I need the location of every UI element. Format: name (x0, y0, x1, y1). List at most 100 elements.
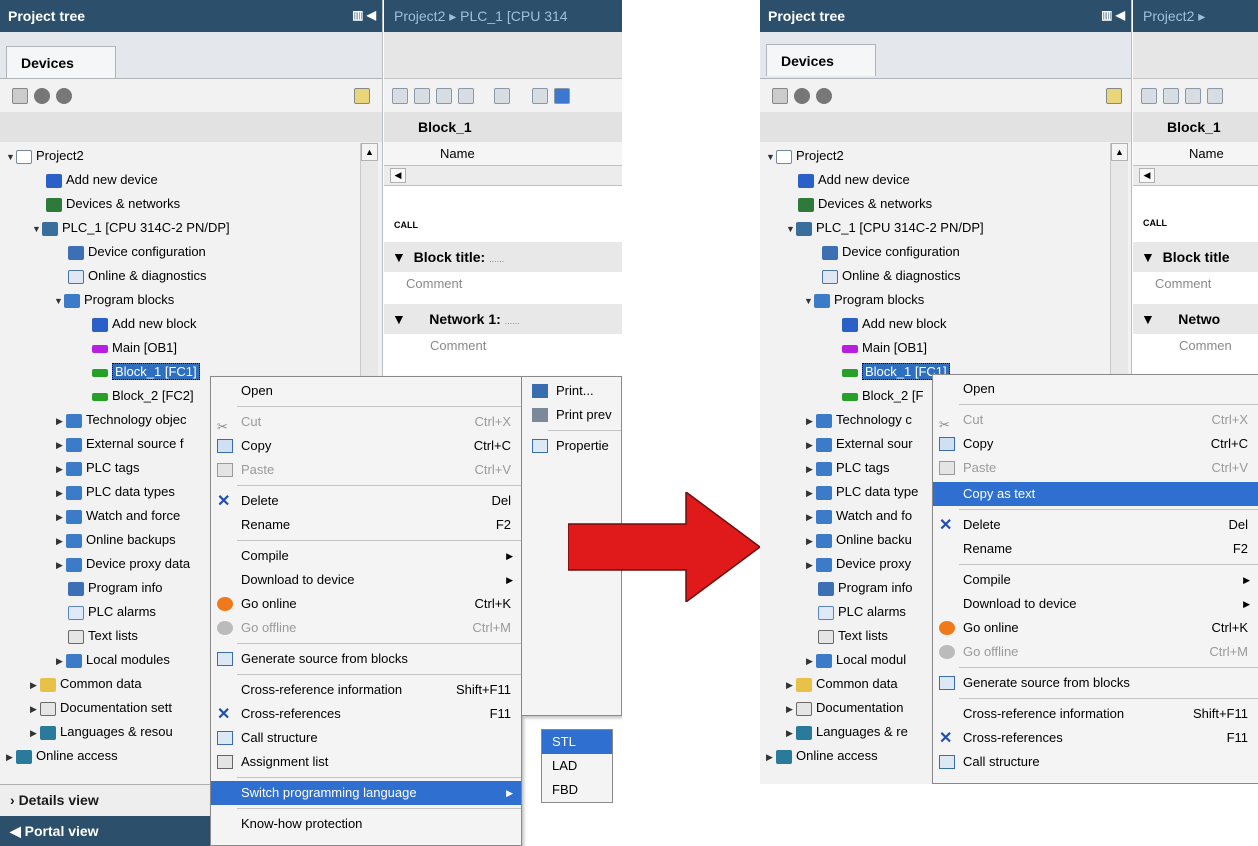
menu-separator (237, 406, 521, 407)
block-comment[interactable]: Comment (384, 272, 622, 298)
forward-icon[interactable] (816, 88, 832, 104)
tree-item-add-block[interactable]: Add new block (760, 312, 1131, 336)
tree-item-program-blocks[interactable]: ▼ Program blocks (0, 288, 382, 312)
toolbar-edit-icon[interactable] (436, 88, 452, 104)
menu-compile[interactable]: Compile ▶ (211, 544, 521, 568)
menu-delete[interactable]: ✕ Delete Del (933, 513, 1258, 537)
menu-open[interactable]: Open (933, 377, 1258, 401)
menu-cross-references[interactable]: ✕ Cross-references F11 (211, 702, 521, 726)
menu-call-structure[interactable]: Call structure (933, 750, 1258, 774)
tree-item-program-blocks[interactable]: ▼ Program blocks (760, 288, 1131, 312)
tree-item-project[interactable]: ▼ Project2 (0, 144, 382, 168)
forward-icon[interactable] (56, 88, 72, 104)
tree-item-main-ob1[interactable]: Main [OB1] (760, 336, 1131, 360)
network-comment[interactable]: Commen (1133, 334, 1258, 360)
go-online-icon (939, 621, 955, 635)
overview-icon[interactable] (354, 88, 370, 104)
menu-go-online[interactable]: Go online Ctrl+K (933, 616, 1258, 640)
menu-rename[interactable]: Rename F2 (211, 513, 521, 537)
toolbar-insert-icon[interactable] (1141, 88, 1157, 104)
tree-item-devices-networks[interactable]: Devices & networks (0, 192, 382, 216)
toolbar-insert-icon[interactable] (392, 88, 408, 104)
menu-label: Generate source from blocks (963, 675, 1130, 690)
menu-print-preview[interactable]: Print prev (522, 403, 621, 427)
menu-generate-source[interactable]: Generate source from blocks (933, 671, 1258, 695)
menu-go-offline[interactable]: Go offline Ctrl+M (933, 640, 1258, 664)
interface-scrollbar[interactable]: ◀ (1133, 166, 1258, 186)
submenu-fbd[interactable]: FBD (542, 778, 612, 802)
overview-icon[interactable] (1106, 88, 1122, 104)
menu-compile[interactable]: Compile ▶ (933, 568, 1258, 592)
tree-item-device-configuration[interactable]: Device configuration (760, 240, 1131, 264)
menu-download[interactable]: Download to device ▶ (933, 592, 1258, 616)
tab-devices[interactable]: Devices (766, 44, 876, 76)
menu-copy[interactable]: Copy Ctrl+C (933, 432, 1258, 456)
new-icon[interactable] (12, 88, 28, 104)
collapse-panel-icon[interactable]: ▥ ◀ (352, 8, 376, 22)
menu-go-online[interactable]: Go online Ctrl+K (211, 592, 521, 616)
scroll-up-icon[interactable]: ▲ (361, 143, 378, 161)
interface-scrollbar[interactable]: ◀ (384, 166, 622, 186)
menu-copy-as-text[interactable]: Copy as text (933, 482, 1258, 506)
online-access-icon (16, 749, 32, 764)
menu-go-offline[interactable]: Go offline Ctrl+M (211, 616, 521, 640)
tree-item-add-device[interactable]: Add new device (0, 168, 382, 192)
folder-icon (64, 293, 80, 308)
languages-icon (40, 725, 56, 740)
tree-item-plc[interactable]: ▼ PLC_1 [CPU 314C-2 PN/DP] (760, 216, 1131, 240)
menu-assignment-list[interactable]: Assignment list (211, 750, 521, 774)
menu-xref-info[interactable]: Cross-reference information Shift+F11 (933, 702, 1258, 726)
menu-download[interactable]: Download to device ▶ (211, 568, 521, 592)
menu-properties[interactable]: Propertie (522, 434, 621, 458)
tree-item-device-configuration[interactable]: Device configuration (0, 240, 382, 264)
toolbar-insert-icon[interactable] (414, 88, 430, 104)
toolbar-edit-icon[interactable] (1185, 88, 1201, 104)
toolbar-monitor-icon[interactable] (494, 88, 510, 104)
tree-item-online-diagnostics[interactable]: Online & diagnostics (0, 264, 382, 288)
tree-item-add-device[interactable]: Add new device (760, 168, 1131, 192)
network-comment[interactable]: Comment (384, 334, 622, 360)
toolbar-insert-icon[interactable] (1163, 88, 1179, 104)
block-title: ▼ Block title (1133, 242, 1258, 272)
menu-delete[interactable]: ✕ Delete Del (211, 489, 521, 513)
toolbar-edit-icon[interactable] (458, 88, 474, 104)
menu-cut[interactable]: ✂ Cut Ctrl+X (933, 408, 1258, 432)
menu-call-structure[interactable]: Call structure (211, 726, 521, 750)
submenu-lad[interactable]: LAD (542, 754, 612, 778)
scroll-up-icon[interactable]: ▲ (1111, 143, 1128, 161)
tree-label: Text lists (838, 628, 888, 643)
tree-toolbar (760, 78, 1131, 112)
submenu-stl[interactable]: STL (542, 730, 612, 754)
scroll-left-icon[interactable]: ◀ (390, 168, 406, 183)
menu-copy[interactable]: Copy Ctrl+C (211, 434, 521, 458)
menu-generate-source[interactable]: Generate source from blocks (211, 647, 521, 671)
menu-xref-info[interactable]: Cross-reference information Shift+F11 (211, 678, 521, 702)
tree-item-devices-networks[interactable]: Devices & networks (760, 192, 1131, 216)
new-icon[interactable] (772, 88, 788, 104)
scroll-left-icon[interactable]: ◀ (1139, 168, 1155, 183)
tree-item-plc[interactable]: ▼ PLC_1 [CPU 314C-2 PN/DP] (0, 216, 382, 240)
menu-paste[interactable]: Paste Ctrl+V (211, 458, 521, 482)
menu-paste[interactable]: Paste Ctrl+V (933, 456, 1258, 480)
menu-cut[interactable]: ✂ Cut Ctrl+X (211, 410, 521, 434)
toolbar-edit-icon[interactable] (1207, 88, 1223, 104)
call-structure-icon (217, 731, 233, 745)
menu-open[interactable]: Open (211, 379, 521, 403)
tree-item-project[interactable]: ▼ Project2 (760, 144, 1131, 168)
tree-item-main-ob1[interactable]: Main [OB1] (0, 336, 382, 360)
toolbar-window-icon[interactable] (554, 88, 570, 104)
tree-item-online-diagnostics[interactable]: Online & diagnostics (760, 264, 1131, 288)
plc-icon (796, 221, 812, 236)
back-icon[interactable] (34, 88, 50, 104)
tab-devices[interactable]: Devices (6, 46, 116, 78)
menu-switch-language[interactable]: Switch programming language ▶ (211, 781, 521, 805)
back-icon[interactable] (794, 88, 810, 104)
tree-item-add-block[interactable]: Add new block (0, 312, 382, 336)
block-comment[interactable]: Comment (1133, 272, 1258, 298)
menu-rename[interactable]: Rename F2 (933, 537, 1258, 561)
menu-knowhow-protection[interactable]: Know-how protection (211, 812, 521, 836)
menu-cross-references[interactable]: ✕ Cross-references F11 (933, 726, 1258, 750)
menu-print[interactable]: Print... (522, 379, 621, 403)
toolbar-list-icon[interactable] (532, 88, 548, 104)
collapse-panel-icon[interactable]: ▥ ◀ (1101, 8, 1125, 22)
